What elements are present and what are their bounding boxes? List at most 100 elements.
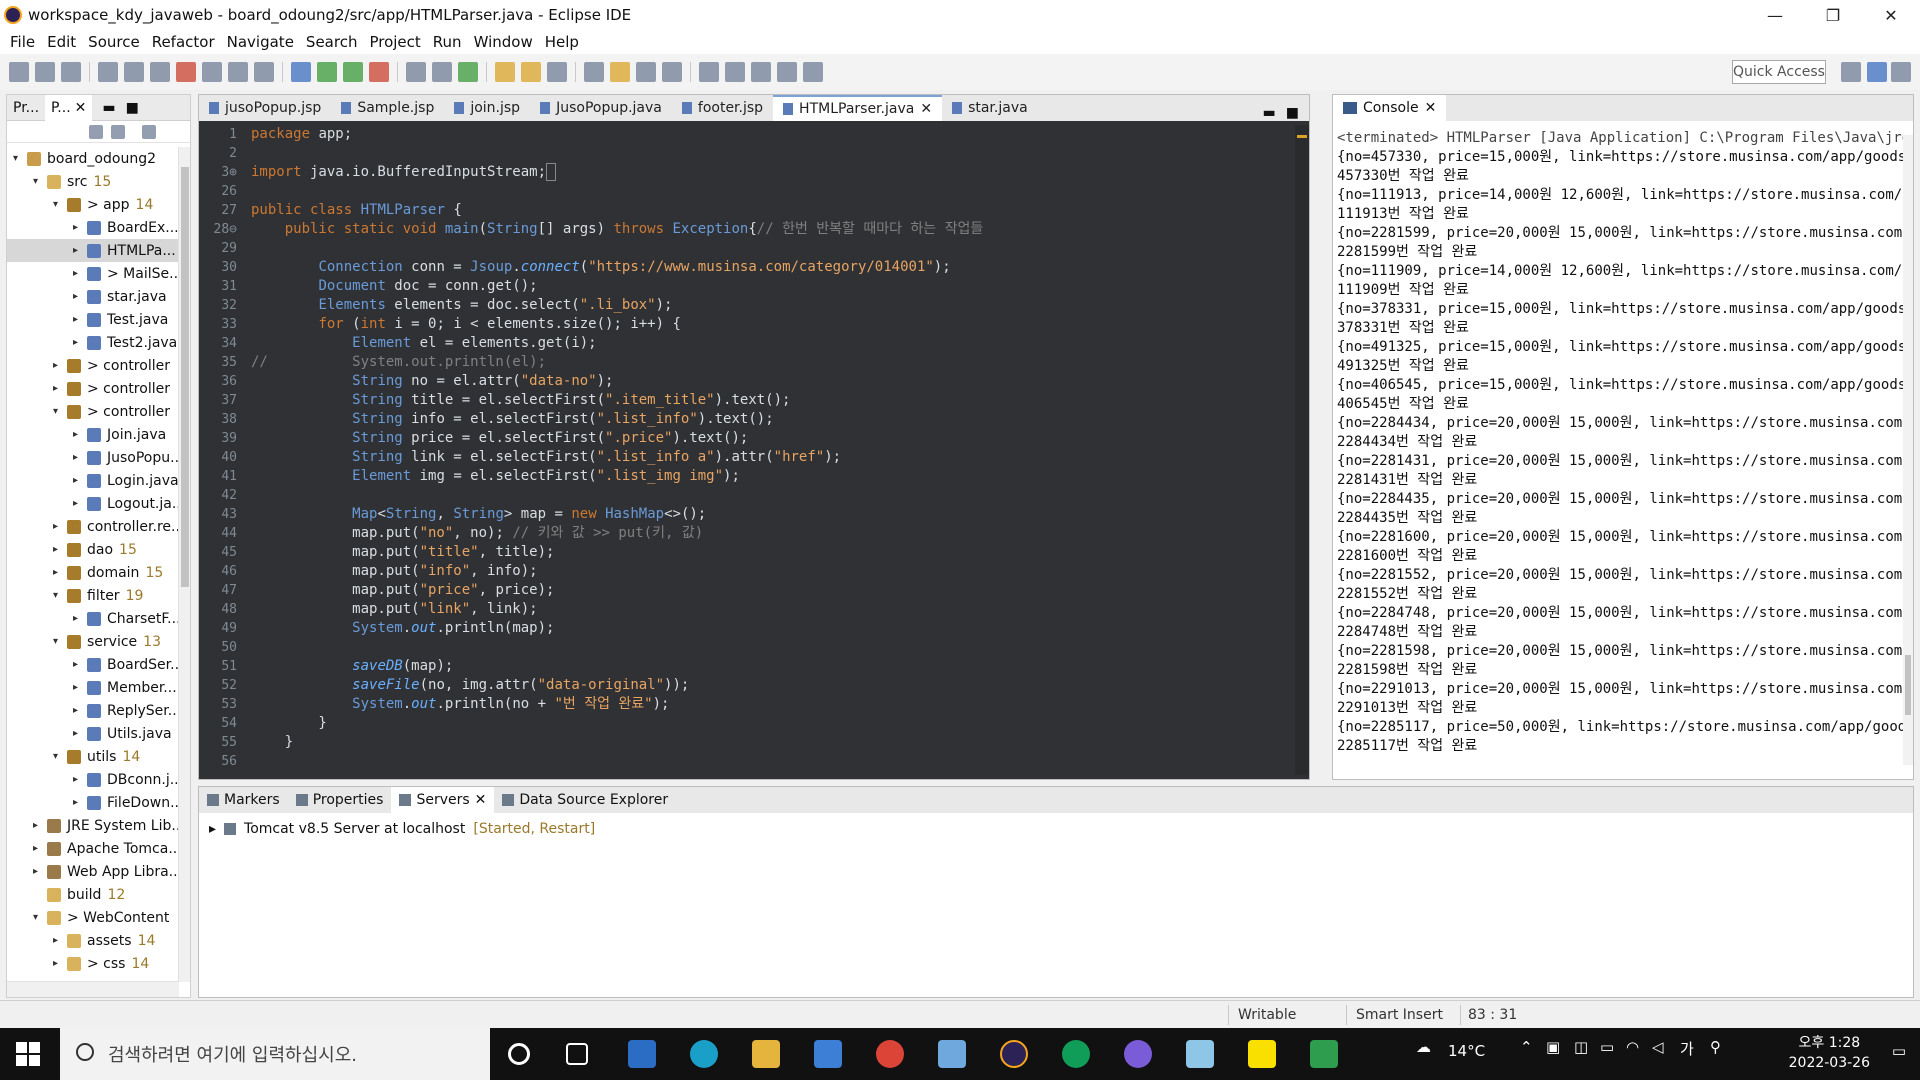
editor-tab[interactable]: Sample.jsp	[331, 95, 444, 121]
expand-arrow-icon[interactable]: ▸	[53, 567, 63, 578]
expand-arrow-icon[interactable]: ▾	[33, 912, 43, 923]
tree-item[interactable]: ▸ BoardEx...	[7, 216, 179, 239]
tab-package-explorer[interactable]: P... ✕	[45, 94, 93, 121]
step-into-icon[interactable]	[202, 62, 222, 82]
expand-arrow-icon[interactable]: ▸	[73, 475, 83, 486]
tree-item[interactable]: ▸ Login.java	[7, 469, 179, 492]
external-tools-icon[interactable]	[369, 62, 389, 82]
expand-arrow-icon[interactable]: ▸	[53, 958, 63, 969]
expand-arrow-icon[interactable]: ▸	[73, 245, 83, 256]
mail-icon[interactable]	[814, 1040, 842, 1068]
tree-item[interactable]: ▸ Apache Tomca...	[7, 837, 179, 860]
show-whitespace-icon[interactable]	[636, 62, 656, 82]
server-row[interactable]: ▸ Tomcat v8.5 Server at localhost [Start…	[209, 821, 595, 837]
run-icon[interactable]	[317, 62, 337, 82]
save-icon[interactable]	[35, 62, 55, 82]
expand-arrow-icon[interactable]: ▾	[13, 153, 23, 164]
tree-item[interactable]: ▸ Join.java	[7, 423, 179, 446]
expand-arrow-icon[interactable]: ▸	[209, 821, 216, 837]
battery-icon[interactable]: ▭	[1600, 1038, 1614, 1056]
expand-arrow-icon[interactable]: ▸	[73, 705, 83, 716]
tree-item[interactable]: ▸ DBconn.j...	[7, 768, 179, 791]
chrome-icon[interactable]	[876, 1040, 904, 1068]
tree-item[interactable]: ▸ > controller	[7, 377, 179, 400]
editor-tab[interactable]: star.java	[942, 95, 1038, 121]
save-all-icon[interactable]	[61, 62, 81, 82]
menu-run[interactable]: Run	[433, 33, 462, 51]
expand-arrow-icon[interactable]: ▸	[73, 728, 83, 739]
code-area[interactable]: 1 package app; 2 3⊕ import java.io.BufferedI…	[199, 125, 1309, 775]
debug-icon[interactable]	[291, 62, 311, 82]
open-perspective-icon[interactable]	[1841, 62, 1861, 82]
tree-item[interactable]: ▾ > controller	[7, 400, 179, 423]
step-return-icon[interactable]	[254, 62, 274, 82]
tree-item[interactable]: ▾ board_odoung2	[7, 147, 179, 170]
expand-arrow-icon[interactable]: ▸	[73, 659, 83, 670]
tree-item[interactable]: ▸ Test.java	[7, 308, 179, 331]
maximize-icon[interactable]: ■	[1286, 105, 1299, 121]
expand-arrow-icon[interactable]: ▸	[73, 774, 83, 785]
expand-arrow-icon[interactable]: ▸	[73, 682, 83, 693]
menu-refactor[interactable]: Refactor	[152, 33, 215, 51]
expand-arrow-icon[interactable]: ▸	[73, 222, 83, 233]
search-icon[interactable]	[547, 62, 567, 82]
explorer-vertical-scrollbar[interactable]	[178, 147, 190, 982]
expand-arrow-icon[interactable]: ▸	[33, 820, 43, 831]
expand-arrow-icon[interactable]: ▸	[73, 314, 83, 325]
tree-item[interactable]: ▸ > controller	[7, 354, 179, 377]
minimize-button[interactable]: —	[1746, 0, 1804, 30]
forward-arrow-icon[interactable]	[803, 62, 823, 82]
tree-item[interactable]: ▾ src 15	[7, 170, 179, 193]
expand-arrow-icon[interactable]: ▾	[53, 406, 63, 417]
expand-arrow-icon[interactable]: ▾	[53, 636, 63, 647]
tree-item[interactable]: ▸ FileDown...	[7, 791, 179, 814]
expand-arrow-icon[interactable]: ▸	[53, 521, 63, 532]
chevron-up-icon[interactable]: ⌃	[1520, 1038, 1533, 1056]
new-class-icon[interactable]	[458, 62, 478, 82]
open-type-icon[interactable]	[495, 62, 515, 82]
editor-tab[interactable]: HTMLParser.java ✕	[773, 95, 943, 121]
ime-settings-icon[interactable]: ⚲	[1710, 1038, 1721, 1056]
open-task-icon[interactable]	[521, 62, 541, 82]
new-java-project-icon[interactable]	[406, 62, 426, 82]
editor-tab[interactable]: footer.jsp	[672, 95, 773, 121]
file-explorer-icon[interactable]	[752, 1040, 780, 1068]
menu-help[interactable]: Help	[545, 33, 579, 51]
clock[interactable]: 오후 1:28 2022-03-26	[1789, 1033, 1870, 1073]
bottom-tab[interactable]: Markers	[199, 787, 288, 813]
debug-perspective-icon[interactable]	[1891, 62, 1911, 82]
bottom-tab[interactable]: Data Source Explorer	[494, 787, 676, 813]
tree-item[interactable]: build 12	[7, 883, 179, 906]
new-icon[interactable]	[9, 62, 29, 82]
console-output[interactable]: <terminated> HTMLParser [Java Applicatio…	[1337, 129, 1903, 769]
kakaotalk-icon[interactable]	[1248, 1040, 1276, 1068]
expand-arrow-icon[interactable]: ▸	[73, 452, 83, 463]
warning-marker[interactable]	[1297, 135, 1307, 138]
windows-start-icon[interactable]	[16, 1042, 40, 1066]
close-tab-icon[interactable]: ✕	[920, 101, 932, 117]
notification-icon[interactable]: ▭	[1892, 1042, 1906, 1060]
tree-item[interactable]: ▸ BoardSer...	[7, 653, 179, 676]
tab-console[interactable]: Console ✕	[1333, 95, 1447, 121]
toggle-mark-occurrences-icon[interactable]	[584, 62, 604, 82]
menu-project[interactable]: Project	[369, 33, 420, 51]
paint-icon[interactable]	[1186, 1040, 1214, 1068]
link-editor-icon[interactable]	[111, 125, 126, 139]
tree-item[interactable]: ▸ star.java	[7, 285, 179, 308]
scroll-thumb[interactable]	[1905, 655, 1911, 715]
expand-arrow-icon[interactable]: ▸	[53, 383, 63, 394]
task-view-icon[interactable]	[566, 1043, 588, 1065]
expand-arrow-icon[interactable]: ▸	[53, 935, 63, 946]
tree-item[interactable]: ▸ Utils.java	[7, 722, 179, 745]
tree-item[interactable]: ▾ > WebContent	[7, 906, 179, 929]
step-over-icon[interactable]	[228, 62, 248, 82]
tree-item[interactable]: ▸ controller.re...	[7, 515, 179, 538]
tree-item[interactable]: ▸ JusoPopu...	[7, 446, 179, 469]
terminate-icon[interactable]	[176, 62, 196, 82]
suspend-icon[interactable]	[150, 62, 170, 82]
expand-arrow-icon[interactable]: ▸	[33, 866, 43, 877]
close-tab-icon[interactable]: ✕	[475, 792, 487, 808]
discord-icon[interactable]	[1124, 1040, 1152, 1068]
quick-access-input[interactable]: Quick Access	[1732, 60, 1826, 84]
expand-arrow-icon[interactable]: ▸	[53, 360, 63, 371]
